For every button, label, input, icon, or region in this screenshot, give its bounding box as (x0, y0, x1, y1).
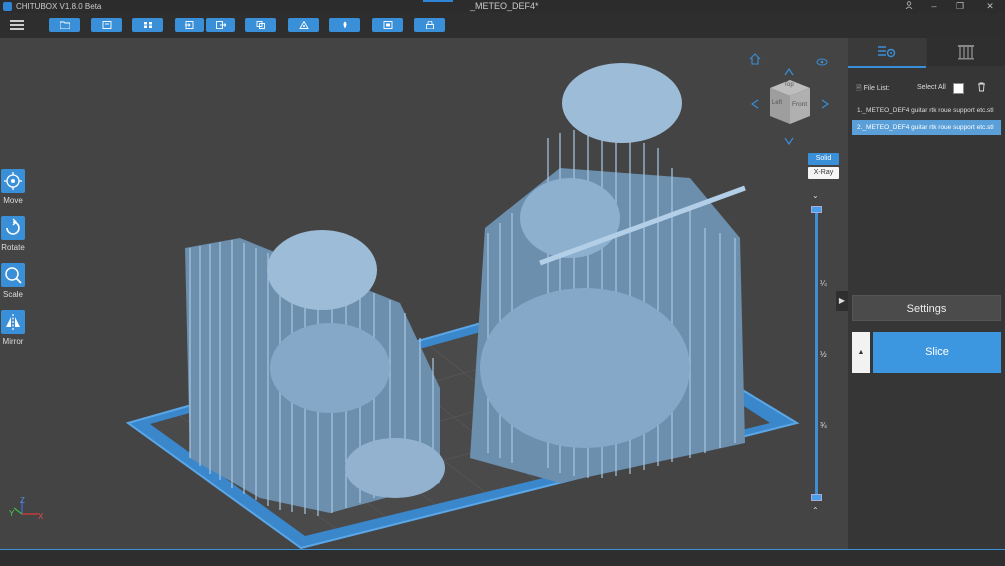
rotate-down-arrow[interactable] (784, 132, 794, 146)
import-icon (184, 21, 193, 29)
open-folder-icon (59, 21, 70, 29)
xray-mode-button[interactable]: X-Ray (808, 167, 839, 179)
layer-slider-bottom-handle[interactable] (811, 494, 822, 501)
export-icon (215, 21, 226, 29)
move-tool[interactable]: Move (1, 169, 25, 205)
main-toolbar (0, 13, 1005, 39)
view-cube[interactable]: Top Left Front (766, 78, 814, 126)
layer-mark-quarter: ¼ (820, 279, 827, 288)
axis-x-label: X (38, 512, 44, 521)
support-icon (343, 21, 346, 29)
document-tab-indicator (423, 0, 453, 2)
rotate-right-arrow[interactable] (821, 96, 830, 109)
app-title: CHITUBOX V1.8.0 Beta (16, 2, 102, 11)
hamburger-menu-icon[interactable] (10, 18, 24, 32)
restore-button[interactable]: ❐ (948, 0, 972, 13)
support-button[interactable] (329, 18, 360, 32)
print-scene: Z Y X (9, 63, 800, 549)
select-all-checkbox[interactable] (953, 83, 964, 94)
user-icon[interactable] (897, 0, 921, 13)
right-sidebar: 🗎 File List: Select All 1._METEO_DEF4 gu… (848, 38, 1005, 549)
file-list-item[interactable]: 1._METEO_DEF4 guitar rtk roue support et… (852, 103, 1001, 118)
minimize-button[interactable]: – (922, 0, 946, 13)
lock-icon (425, 21, 434, 29)
mirror-label: Mirror (2, 337, 24, 346)
layer-slider-top-handle[interactable] (811, 206, 822, 213)
rotate-tool[interactable]: Rotate (1, 216, 25, 252)
save-icon (102, 21, 111, 29)
hollow-icon (298, 21, 309, 29)
right-figure-dress (480, 288, 690, 448)
arrange-icon (143, 22, 152, 28)
copy-icon (256, 21, 265, 29)
layer-mark-three-quarter: ¾ (820, 421, 827, 430)
collapse-panel-arrow[interactable]: ▶ (836, 291, 848, 311)
export-button[interactable] (206, 18, 235, 32)
left-figure-head (267, 230, 377, 310)
solid-mode-button[interactable]: Solid (808, 153, 839, 165)
mirror-icon (1, 310, 25, 334)
chitubox-logo-icon (3, 2, 12, 11)
layer-slider-bottom-chevron[interactable]: ⌃ (812, 506, 819, 515)
axis-z-label: Z (20, 496, 25, 505)
document-title: _METEO_DEF4* (470, 1, 539, 11)
settings-button[interactable]: Settings (852, 295, 1001, 321)
open-folder-button[interactable] (49, 18, 80, 32)
support-pillars-icon (958, 45, 974, 60)
list-settings-icon (878, 46, 896, 58)
file-list-header: 🗎 File List: Select All (856, 82, 1001, 95)
3d-viewport[interactable]: Z Y X Top Left Front Move Rotate Scale M… (0, 38, 848, 549)
rotate-icon (1, 216, 25, 240)
status-bar (0, 549, 1005, 566)
close-button[interactable]: ✕ (978, 0, 1002, 13)
axis-y-label: Y (9, 509, 15, 518)
view-cube-top-label: Top (784, 82, 794, 88)
layer-slider-track[interactable] (815, 210, 818, 498)
copy-button[interactable] (245, 18, 276, 32)
file-icon: 🗎 (856, 85, 862, 92)
slice-options-toggle[interactable]: ▲ (852, 332, 870, 373)
left-model-supports (185, 230, 445, 516)
view-cube-front-label: Front (792, 101, 808, 108)
title-bar: CHITUBOX V1.8.0 Beta _METEO_DEF4* – ❐ ✕ (0, 0, 1005, 13)
save-button[interactable] (91, 18, 122, 32)
move-icon (1, 169, 25, 193)
view-cube-left-label: Left (772, 100, 783, 106)
tab-model-list[interactable] (848, 38, 926, 68)
layer-slider-top-chevron[interactable]: ⌄ (812, 191, 819, 200)
scale-label: Scale (2, 290, 23, 299)
rotate-label: Rotate (1, 243, 25, 252)
rotate-up-arrow[interactable] (784, 63, 794, 76)
home-icon[interactable] (749, 52, 761, 65)
layer-mark-half: ½ (820, 350, 827, 359)
file-list-item-selected[interactable]: 2._METEO_DEF4 guitar rtk roue support et… (852, 120, 1001, 135)
axis-gizmo: Z Y X (9, 496, 44, 521)
right-figure-hat (562, 63, 682, 143)
select-all-label: Select All (917, 84, 946, 91)
scale-icon (1, 263, 25, 287)
eye-icon[interactable] (816, 54, 828, 66)
move-label: Move (3, 196, 23, 205)
mirror-tool[interactable]: Mirror (1, 310, 25, 346)
right-model-supports (470, 63, 746, 483)
scale-tool[interactable]: Scale (1, 263, 25, 299)
slice-button[interactable]: Slice (873, 332, 1001, 373)
frame-icon (383, 21, 392, 29)
delete-icon[interactable] (977, 82, 986, 94)
tab-support[interactable] (927, 38, 1005, 66)
import-button[interactable] (175, 18, 204, 32)
lock-button[interactable] (414, 18, 445, 32)
frame-button[interactable] (372, 18, 403, 32)
rotate-left-arrow[interactable] (750, 96, 759, 109)
hollow-button[interactable] (288, 18, 319, 32)
arrange-button[interactable] (132, 18, 163, 32)
file-list-label: File List: (863, 85, 890, 92)
